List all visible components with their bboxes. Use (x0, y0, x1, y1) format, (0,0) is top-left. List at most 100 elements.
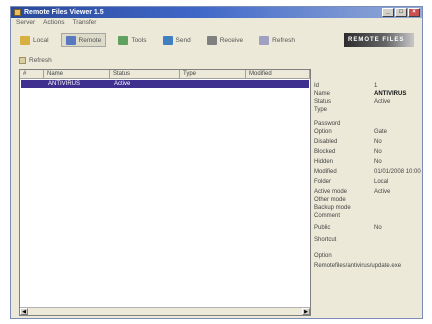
row-name-cell: ANTIVIRUS (48, 81, 81, 87)
property-row: Id 1 (314, 82, 432, 90)
secondary-toolbar-label: Refresh (29, 56, 52, 64)
toolbar-send-label: Send (175, 36, 191, 44)
property-key: Other mode (314, 197, 346, 203)
horizontal-scrollbar[interactable]: ◀ ▶ (20, 307, 310, 315)
row-modified-cell (247, 80, 309, 88)
receive-icon (206, 35, 217, 45)
column-header-number[interactable]: # (20, 70, 44, 79)
toolbar-tools-button[interactable]: Tools (114, 33, 150, 47)
title-bar: Remote Files Viewer 1.5 _ □ × (11, 7, 422, 18)
toolbar-receive-label: Receive (219, 36, 244, 44)
brand-logo: REMOTE FILES (344, 33, 414, 47)
remote-icon (65, 35, 76, 45)
property-row: Option Gate (314, 128, 432, 136)
property-key: Blocked (314, 149, 336, 155)
toolbar-local-button[interactable]: Local (16, 33, 53, 47)
menu-transfer[interactable]: Transfer (72, 18, 96, 27)
property-value: Gate (374, 129, 388, 135)
property-value: 1 (374, 83, 378, 89)
row-status-cell: Active (114, 81, 131, 87)
property-key: Hidden (314, 159, 334, 165)
file-list[interactable]: # Name Status Type Modified ANTIVIRUS Ac… (19, 69, 311, 316)
property-row: Folder Local (314, 178, 432, 186)
property-row: Other mode (314, 196, 432, 204)
row-number-cell (21, 80, 45, 88)
tools-icon (118, 35, 129, 45)
property-value: 01/01/2008 10:00 (374, 169, 421, 175)
property-key: Disabled (314, 139, 338, 145)
table-row[interactable]: ANTIVIRUS Active (21, 80, 309, 88)
app-window: Remote Files Viewer 1.5 _ □ × Server Act… (10, 6, 423, 319)
minimize-button[interactable]: _ (382, 8, 394, 17)
property-key: Password (314, 121, 341, 127)
folder-icon (20, 35, 30, 45)
column-header-modified[interactable]: Modified (246, 70, 310, 79)
property-key: Shortcut (314, 237, 337, 243)
property-row: Shortcut (314, 236, 432, 244)
property-row: Disabled No (314, 138, 432, 146)
menu-server[interactable]: Server (16, 18, 35, 27)
property-row: Hidden No (314, 158, 432, 166)
window-controls: _ □ × (382, 8, 420, 17)
property-row: Modified 01/01/2008 10:00 (314, 168, 432, 176)
property-value: Active (374, 189, 391, 195)
column-header-type[interactable]: Type (180, 70, 246, 79)
secondary-toolbar[interactable]: Refresh (11, 54, 422, 66)
property-key: Name (314, 91, 331, 97)
refresh-small-icon (19, 56, 26, 64)
property-row: Comment (314, 212, 432, 220)
property-value: ANTIVIRUS (374, 91, 407, 97)
property-row: Name ANTIVIRUS (314, 90, 432, 98)
window-title: Remote Files Viewer 1.5 (24, 9, 104, 16)
scroll-right-icon[interactable]: ▶ (302, 308, 310, 315)
property-value: No (374, 139, 382, 145)
toolbar-refresh-label: Refresh (272, 36, 295, 44)
toolbar-remote-label: Remote (78, 36, 102, 44)
property-value: No (374, 149, 382, 155)
property-row: Public No (314, 224, 432, 232)
property-value: No (374, 225, 382, 231)
close-button[interactable]: × (408, 8, 420, 17)
property-path-value: Remotefiles/antivirus/update.exe (314, 263, 402, 269)
property-value: Local (374, 179, 389, 185)
property-key: Type (314, 107, 328, 113)
toolbar-remote-button[interactable]: Remote (60, 33, 107, 47)
scroll-left-icon[interactable]: ◀ (20, 308, 28, 315)
toolbar-tools-label: Tools (131, 36, 147, 44)
column-header-name[interactable]: Name (44, 70, 110, 79)
list-header: # Name Status Type Modified (20, 70, 310, 79)
menu-bar: Server Actions Transfer (11, 18, 422, 27)
toolbar-receive-button[interactable]: Receive (203, 33, 247, 47)
app-icon (14, 9, 21, 16)
column-header-status[interactable]: Status (110, 70, 180, 79)
property-key: Backup mode (314, 205, 351, 211)
menu-actions[interactable]: Actions (43, 18, 64, 27)
property-row: Remotefiles/antivirus/update.exe (314, 262, 432, 270)
send-icon (162, 35, 173, 45)
toolbar-local-label: Local (33, 36, 49, 44)
maximize-button[interactable]: □ (395, 8, 407, 17)
property-key: Id (314, 83, 320, 89)
property-key: Modified (314, 169, 337, 175)
property-key: Comment (314, 213, 341, 219)
row-type-cell (181, 80, 247, 88)
property-row: Blocked No (314, 148, 432, 156)
property-key: Option (314, 253, 332, 259)
property-key: Option (314, 129, 332, 135)
property-key: Public (314, 225, 331, 231)
property-key: Active mode (314, 189, 348, 195)
property-row: Backup mode (314, 204, 432, 212)
properties-panel: Id 1 Name ANTIVIRUS Status Active Type Pass… (314, 82, 432, 316)
property-row: Type (314, 106, 432, 114)
property-key: Status (314, 99, 332, 105)
property-key: Folder (314, 179, 332, 185)
property-row: Option (314, 252, 432, 260)
property-row: Password (314, 120, 432, 128)
property-value: Active (374, 99, 391, 105)
toolbar-refresh-button[interactable]: Refresh (255, 33, 299, 47)
toolbar-send-button[interactable]: Send (159, 33, 195, 47)
property-row: Status Active (314, 98, 432, 106)
property-value: No (374, 159, 382, 165)
refresh-icon (259, 35, 270, 45)
property-row: Active mode Active (314, 188, 432, 196)
